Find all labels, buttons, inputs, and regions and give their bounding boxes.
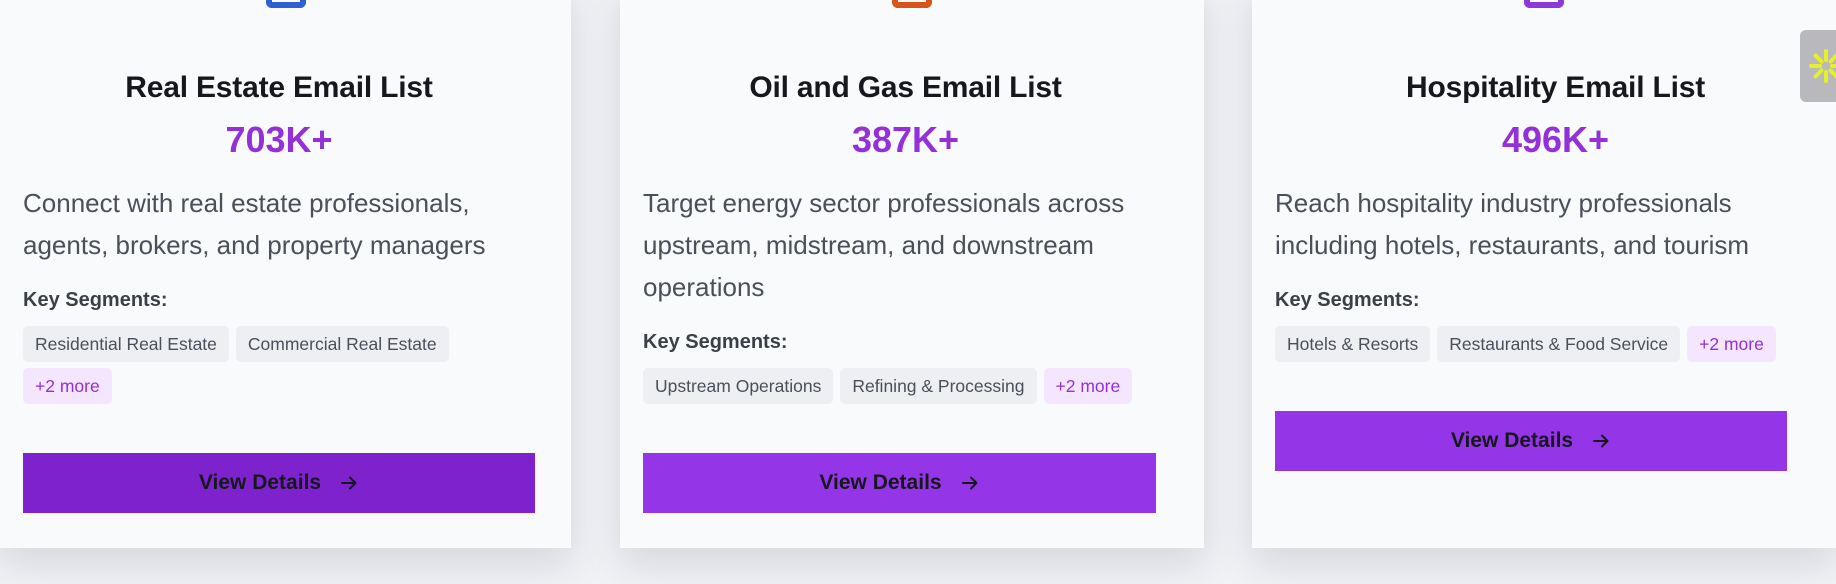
arrow-right-icon bbox=[960, 473, 980, 493]
segment-tags: Hotels & Resorts Restaurants & Food Serv… bbox=[1275, 326, 1815, 362]
oil-icon bbox=[892, 0, 932, 8]
card-content: Hospitality Email List 496K+ Reach hospi… bbox=[1275, 70, 1836, 362]
card-description: Connect with real estate professionals, … bbox=[23, 188, 486, 260]
card-content: Real Estate Email List 703K+ Connect wit… bbox=[23, 70, 535, 404]
arrow-right-icon bbox=[339, 473, 359, 493]
view-details-button[interactable]: View Details bbox=[643, 453, 1156, 513]
card-title: Real Estate Email List bbox=[125, 71, 433, 104]
card-content: Oil and Gas Email List 387K+ Target ener… bbox=[643, 70, 1168, 404]
segment-tag: Restaurants & Food Service bbox=[1437, 326, 1681, 362]
floating-widget[interactable] bbox=[1800, 30, 1836, 102]
segments-label: Key Segments: bbox=[23, 289, 168, 311]
segment-tag: Residential Real Estate bbox=[23, 326, 229, 362]
card-title: Oil and Gas Email List bbox=[749, 71, 1062, 104]
button-label: View Details bbox=[1450, 429, 1574, 452]
card-title: Hospitality Email List bbox=[1406, 71, 1705, 104]
more-segments-tag[interactable]: +2 more bbox=[1043, 368, 1133, 404]
button-label: View Details bbox=[819, 471, 942, 494]
hotel-icon bbox=[1524, 0, 1564, 8]
more-segments-tag[interactable]: +2 more bbox=[23, 368, 112, 404]
segment-tags: Upstream Operations Refining & Processin… bbox=[643, 368, 1168, 404]
segment-tag: Upstream Operations bbox=[643, 368, 834, 404]
card-hospitality: Hospitality Email List 496K+ Reach hospi… bbox=[1252, 0, 1836, 548]
more-segments-tag[interactable]: +2 more bbox=[1687, 326, 1776, 362]
record-count: 703K+ bbox=[225, 119, 333, 160]
segment-tag: Hotels & Resorts bbox=[1275, 326, 1431, 362]
view-details-button[interactable]: View Details bbox=[1275, 411, 1787, 471]
button-label: View Details bbox=[198, 471, 322, 494]
email-list-grid: Real Estate Email List 703K+ Connect wit… bbox=[0, 0, 1836, 584]
segment-tag: Refining & Processing bbox=[840, 368, 1037, 404]
card-oil-gas: Oil and Gas Email List 387K+ Target ener… bbox=[620, 0, 1204, 548]
card-description: Reach hospitality industry professionals… bbox=[1275, 188, 1750, 260]
segment-tags: Residential Real Estate Commercial Real … bbox=[23, 326, 535, 404]
segment-tag: Commercial Real Estate bbox=[235, 326, 449, 362]
record-count: 496K+ bbox=[1501, 119, 1610, 160]
arrow-right-icon bbox=[1591, 431, 1611, 451]
card-description: Target energy sector professionals acros… bbox=[643, 188, 1125, 302]
view-details-button[interactable]: View Details bbox=[23, 453, 535, 513]
card-real-estate: Real Estate Email List 703K+ Connect wit… bbox=[0, 0, 571, 548]
building-icon bbox=[265, 0, 306, 8]
record-count: 387K+ bbox=[851, 119, 960, 160]
segments-label: Key Segments: bbox=[643, 331, 788, 353]
segments-label: Key Segments: bbox=[1275, 289, 1420, 311]
